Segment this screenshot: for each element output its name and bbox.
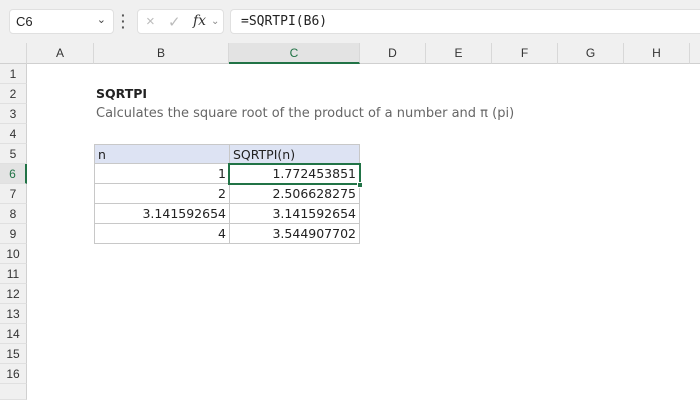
table-cell-n[interactable]: 1 [94, 163, 230, 184]
row-header-16[interactable]: 16 [0, 364, 27, 384]
chevron-down-icon[interactable]: ⌄ [211, 16, 219, 27]
table-cell-result[interactable]: 2.506628275 [229, 183, 360, 204]
row-header-13[interactable]: 13 [0, 304, 27, 324]
row-header-12[interactable]: 12 [0, 284, 27, 304]
chevron-down-icon[interactable]: ⌄ [97, 13, 106, 26]
column-header-overflow [690, 43, 700, 64]
row-header-6[interactable]: 6 [0, 164, 27, 184]
row-header-11[interactable]: 11 [0, 264, 27, 284]
row-header-2[interactable]: 2 [0, 84, 27, 104]
column-header-e[interactable]: E [426, 43, 492, 64]
column-header-b[interactable]: B [94, 43, 229, 64]
more-options-icon[interactable]: · · · [121, 8, 127, 34]
table-header-n[interactable]: n [94, 144, 230, 164]
row-header-14[interactable]: 14 [0, 324, 27, 344]
sheet-description[interactable]: Calculates the square root of the produc… [96, 104, 514, 124]
name-box[interactable]: C6 ⌄ [9, 9, 114, 34]
sheet-title[interactable]: SQRTPI [96, 84, 147, 104]
row-header-7[interactable]: 7 [0, 184, 27, 204]
active-cell-border [228, 163, 361, 185]
formula-bar-area: C6 ⌄ · · · × ✓ fx ⌄ =SQRTPI(B6) [0, 0, 700, 43]
column-header-c[interactable]: C [229, 43, 360, 64]
row-header-9[interactable]: 9 [0, 224, 27, 244]
column-header-d[interactable]: D [360, 43, 426, 64]
insert-function-icon[interactable]: fx [193, 13, 206, 29]
table-cell-n[interactable]: 3.141592654 [94, 203, 230, 224]
fill-handle[interactable] [357, 182, 363, 188]
name-box-value: C6 [16, 14, 33, 29]
formula-input[interactable]: =SQRTPI(B6) [230, 9, 700, 34]
cancel-icon[interactable]: × [146, 13, 155, 30]
table-header-sqrtpi[interactable]: SQRTPI(n) [229, 144, 360, 164]
row-header-10[interactable]: 10 [0, 244, 27, 264]
table-cell-n[interactable]: 2 [94, 183, 230, 204]
table-cell-result[interactable]: 3.141592654 [229, 203, 360, 224]
enter-icon[interactable]: ✓ [168, 13, 181, 31]
spreadsheet-grid[interactable]: A B C D E F G H 1 2 3 4 5 6 7 8 9 10 11 … [0, 43, 700, 400]
table-cell-result[interactable]: 3.544907702 [229, 223, 360, 244]
row-header-4[interactable]: 4 [0, 124, 27, 144]
table-cell-n[interactable]: 4 [94, 223, 230, 244]
column-header-f[interactable]: F [492, 43, 558, 64]
column-header-h[interactable]: H [624, 43, 690, 64]
select-all-corner[interactable] [0, 43, 27, 64]
row-header-8[interactable]: 8 [0, 204, 27, 224]
row-header-3[interactable]: 3 [0, 104, 27, 124]
column-header-g[interactable]: G [558, 43, 624, 64]
column-header-a[interactable]: A [27, 43, 94, 64]
row-header-5[interactable]: 5 [0, 144, 27, 164]
row-header-1[interactable]: 1 [0, 64, 27, 84]
formula-buttons: × ✓ fx ⌄ [137, 9, 224, 34]
row-header-17 [0, 384, 27, 400]
row-header-15[interactable]: 15 [0, 344, 27, 364]
